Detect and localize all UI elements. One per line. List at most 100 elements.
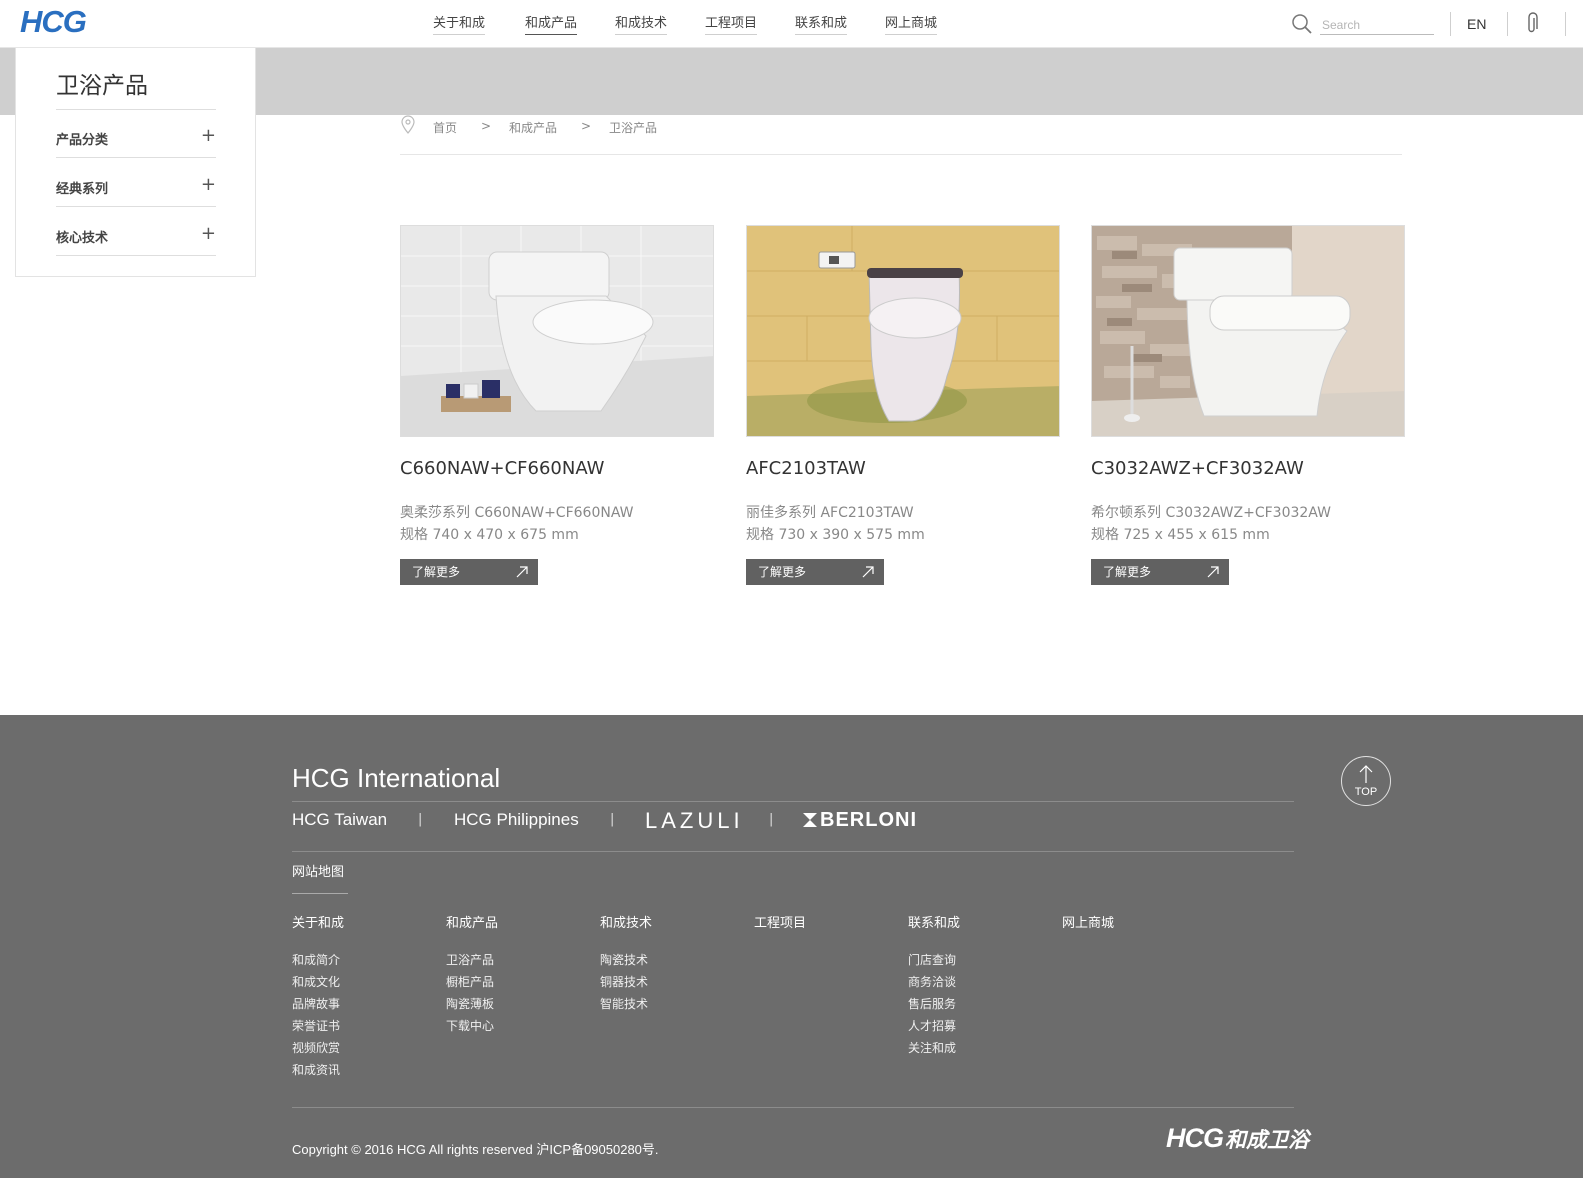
- sidebar-item-categories[interactable]: 产品分类 +: [56, 125, 216, 149]
- learn-more-button[interactable]: 了解更多: [746, 559, 884, 585]
- plus-icon[interactable]: +: [201, 125, 216, 146]
- site-header: HCG 关于和成 和成产品 和成技术 工程项目 联系和成 网上商城 EN: [0, 0, 1583, 48]
- footer-link[interactable]: 品牌故事: [292, 995, 340, 1012]
- footer-logo-en: HCG: [1166, 1123, 1224, 1153]
- sitemap-underline: [292, 893, 348, 894]
- brand-link-lazuli[interactable]: LAZULI: [645, 808, 744, 834]
- footer-col-shop[interactable]: 网上商城: [1062, 912, 1114, 931]
- sidebar-item-label: 核心技术: [56, 231, 109, 246]
- footer-link[interactable]: 关注和成: [908, 1039, 956, 1056]
- footer-intl-title: HCG International: [292, 763, 501, 793]
- header-divider: [1507, 12, 1508, 36]
- arrow-up-right-icon: [516, 566, 528, 578]
- sidebar-item-classic-series[interactable]: 经典系列 +: [56, 174, 216, 198]
- footer-divider: [292, 851, 1294, 852]
- plus-icon[interactable]: +: [201, 174, 216, 195]
- product-image[interactable]: [1091, 225, 1405, 437]
- footer-link[interactable]: 荣誉证书: [292, 1017, 340, 1034]
- header-divider: [1450, 12, 1451, 36]
- nav-products[interactable]: 和成产品: [525, 12, 578, 36]
- learn-more-button[interactable]: 了解更多: [1091, 559, 1229, 585]
- footer-link[interactable]: 和成文化: [292, 973, 340, 990]
- header-divider: [1565, 12, 1566, 36]
- brand-link-philippines[interactable]: HCG Philippines: [454, 810, 579, 830]
- breadcrumb-separator: >: [581, 119, 592, 133]
- nav-technology[interactable]: 和成技术: [615, 12, 668, 36]
- search-input[interactable]: [1320, 15, 1434, 35]
- divider: [56, 109, 216, 110]
- arrow-up-icon: [1359, 765, 1373, 783]
- button-label: 了解更多: [758, 565, 807, 579]
- footer-logo-cn: 和成卫浴: [1225, 1129, 1309, 1152]
- footer-logo: HCG和成卫浴: [1166, 1123, 1309, 1154]
- hcg-logo[interactable]: HCG: [20, 4, 87, 40]
- language-switch[interactable]: EN: [1467, 16, 1486, 32]
- footer-link[interactable]: 陶瓷技术: [600, 951, 648, 968]
- learn-more-button[interactable]: 了解更多: [400, 559, 538, 585]
- product-title[interactable]: C3032AWZ+CF3032AW: [1091, 458, 1304, 479]
- footer-col-about[interactable]: 关于和成: [292, 912, 344, 931]
- footer-link[interactable]: 售后服务: [908, 995, 956, 1012]
- sidebar-item-label: 经典系列: [56, 182, 109, 197]
- product-series: 奥柔莎系列 C660NAW+CF660NAW: [400, 505, 634, 521]
- breadcrumb-products[interactable]: 和成产品: [509, 119, 557, 136]
- search-icon[interactable]: [1291, 13, 1313, 35]
- nav-projects[interactable]: 工程项目: [705, 12, 758, 36]
- brand-separator: |: [610, 812, 615, 827]
- product-title[interactable]: AFC2103TAW: [746, 458, 866, 479]
- product-card: C3032AWZ+CF3032AW 希尔顿系列 C3032AWZ+CF3032A…: [1091, 225, 1405, 585]
- berloni-mark-icon: [803, 813, 817, 827]
- product-card: AFC2103TAW 丽佳多系列 AFC2103TAW 规格 730 x 390…: [746, 225, 1060, 585]
- footer-col-technology[interactable]: 和成技术: [600, 912, 652, 931]
- plus-icon[interactable]: +: [201, 223, 216, 244]
- footer-link[interactable]: 橱柜产品: [446, 973, 494, 990]
- divider: [56, 255, 216, 256]
- product-spec: 规格 740 x 470 x 675 mm: [400, 527, 579, 543]
- brand-separator: |: [418, 812, 423, 827]
- back-to-top-button[interactable]: TOP: [1341, 756, 1391, 806]
- footer-link[interactable]: 门店查询: [908, 951, 956, 968]
- sidebar-item-core-tech[interactable]: 核心技术 +: [56, 223, 216, 247]
- nav-contact[interactable]: 联系和成: [795, 12, 848, 36]
- breadcrumb-divider: [400, 154, 1402, 155]
- paperclip-icon[interactable]: [1525, 12, 1539, 36]
- product-spec: 规格 730 x 390 x 575 mm: [746, 527, 925, 543]
- footer-col-projects[interactable]: 工程项目: [754, 912, 806, 931]
- sitemap-title: 网站地图: [292, 865, 345, 880]
- copyright-text: Copyright © 2016 HCG All rights reserved…: [292, 1142, 659, 1157]
- sidebar-title: 卫浴产品: [56, 73, 148, 99]
- product-series: 希尔顿系列 C3032AWZ+CF3032AW: [1091, 505, 1331, 521]
- product-image[interactable]: [746, 225, 1060, 437]
- breadcrumb-separator: >: [481, 119, 492, 133]
- arrow-up-right-icon: [862, 566, 874, 578]
- footer-link[interactable]: 陶瓷薄板: [446, 995, 494, 1012]
- product-series: 丽佳多系列 AFC2103TAW: [746, 505, 914, 521]
- brand-link-berloni[interactable]: BERLONI: [803, 809, 917, 832]
- footer-link[interactable]: 和成简介: [292, 951, 340, 968]
- brand-separator: |: [769, 812, 774, 827]
- button-label: 了解更多: [412, 565, 461, 579]
- nav-shop[interactable]: 网上商城: [885, 12, 938, 36]
- sidebar-item-label: 产品分类: [56, 133, 109, 148]
- footer-col-contact[interactable]: 联系和成: [908, 912, 960, 931]
- footer-link[interactable]: 人才招募: [908, 1017, 956, 1034]
- divider: [56, 157, 216, 158]
- site-footer: HCG International HCG Taiwan | HCG Phili…: [0, 715, 1583, 1178]
- category-sidebar: 卫浴产品 产品分类 + 经典系列 + 核心技术 +: [15, 48, 256, 277]
- footer-link[interactable]: 铜器技术: [600, 973, 648, 990]
- footer-link[interactable]: 智能技术: [600, 995, 648, 1012]
- breadcrumb-home[interactable]: 首页: [433, 119, 457, 136]
- brand-link-taiwan[interactable]: HCG Taiwan: [292, 810, 387, 830]
- footer-link[interactable]: 卫浴产品: [446, 951, 494, 968]
- product-title[interactable]: C660NAW+CF660NAW: [400, 458, 604, 479]
- footer-link[interactable]: 商务洽谈: [908, 973, 956, 990]
- button-label: 了解更多: [1103, 565, 1152, 579]
- footer-col-products[interactable]: 和成产品: [446, 912, 498, 931]
- divider: [56, 206, 216, 207]
- nav-about[interactable]: 关于和成: [433, 12, 486, 36]
- product-image[interactable]: [400, 225, 714, 437]
- footer-link[interactable]: 和成资讯: [292, 1061, 340, 1078]
- arrow-up-right-icon: [1207, 566, 1219, 578]
- footer-link[interactable]: 下载中心: [446, 1017, 494, 1034]
- footer-link[interactable]: 视频欣赏: [292, 1039, 340, 1056]
